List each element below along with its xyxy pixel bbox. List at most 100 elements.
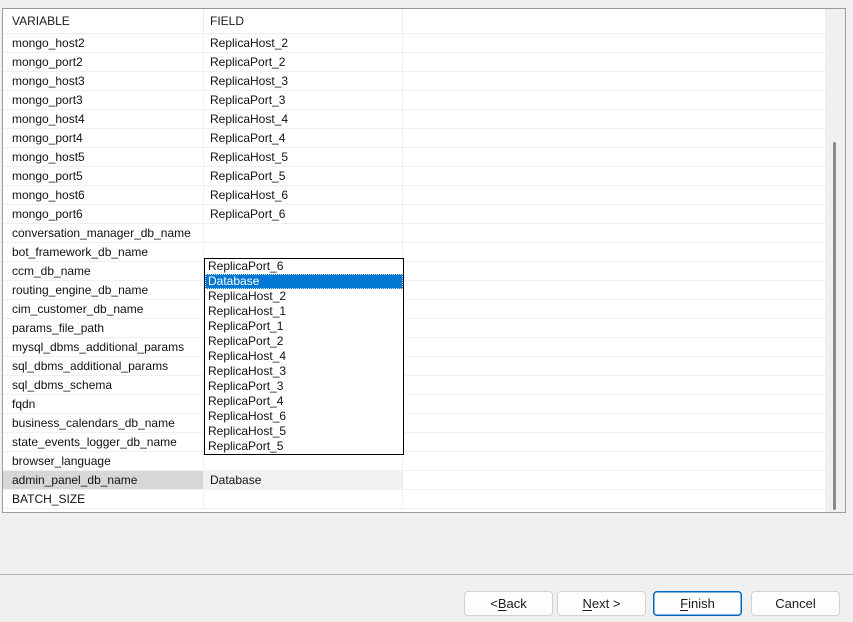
dropdown-item[interactable]: ReplicaPort_5: [205, 439, 403, 454]
table-row: admin_panel_db_nameDatabase: [3, 471, 845, 490]
variable-cell[interactable]: mysql_dbms_additional_params: [3, 338, 204, 356]
parameters-table: VARIABLE FIELD mongo_host2ReplicaHost_2m…: [2, 8, 846, 513]
table-body: mongo_host2ReplicaHost_2mongo_port2Repli…: [3, 34, 845, 509]
dropdown-item[interactable]: ReplicaPort_4: [205, 394, 403, 409]
empty-cell: [403, 243, 845, 261]
table-row: mongo_host4ReplicaHost_4: [3, 110, 845, 129]
column-header-field: FIELD: [204, 9, 403, 33]
variable-cell[interactable]: mongo_port2: [3, 53, 204, 71]
table-row: mongo_host2ReplicaHost_2: [3, 34, 845, 53]
field-cell[interactable]: ReplicaPort_2: [204, 53, 403, 71]
field-cell[interactable]: Database: [204, 471, 403, 489]
dropdown-item[interactable]: ReplicaPort_2: [205, 334, 403, 349]
table-row: BATCH_SIZE: [3, 490, 845, 509]
column-header-empty: [403, 9, 845, 33]
dropdown-item-selected[interactable]: Database: [205, 274, 403, 289]
field-cell[interactable]: ReplicaHost_3: [204, 72, 403, 90]
back-button[interactable]: < Back: [464, 591, 553, 616]
table-header-row: VARIABLE FIELD: [3, 9, 845, 34]
scrollbar-thumb[interactable]: [833, 142, 836, 510]
dropdown-item[interactable]: ReplicaHost_4: [205, 349, 403, 364]
field-cell[interactable]: ReplicaHost_5: [204, 148, 403, 166]
column-header-variable: VARIABLE: [3, 9, 204, 33]
variable-cell[interactable]: mongo_port3: [3, 91, 204, 109]
cancel-button-label-rest: Cancel: [775, 596, 815, 611]
dropdown-item[interactable]: ReplicaHost_3: [205, 364, 403, 379]
finish-button-label-rest: inish: [688, 596, 715, 611]
variable-cell[interactable]: params_file_path: [3, 319, 204, 337]
variable-cell[interactable]: fqdn: [3, 395, 204, 413]
field-cell[interactable]: ReplicaHost_2: [204, 34, 403, 52]
variable-cell[interactable]: conversation_manager_db_name: [3, 224, 204, 242]
dropdown-item[interactable]: ReplicaHost_5: [205, 424, 403, 439]
table-row: mongo_port3ReplicaPort_3: [3, 91, 845, 110]
field-dropdown-list: ReplicaPort_6DatabaseReplicaHost_2Replic…: [204, 258, 404, 455]
cancel-button[interactable]: Cancel: [751, 591, 840, 616]
field-cell[interactable]: ReplicaPort_3: [204, 91, 403, 109]
next-button-accesskey: N: [583, 596, 592, 611]
variable-cell[interactable]: routing_engine_db_name: [3, 281, 204, 299]
empty-cell: [403, 34, 845, 52]
next-button[interactable]: Next >: [557, 591, 646, 616]
variable-cell[interactable]: mongo_port5: [3, 167, 204, 185]
variable-cell[interactable]: mongo_host5: [3, 148, 204, 166]
variable-cell[interactable]: mongo_host6: [3, 186, 204, 204]
dropdown-item[interactable]: ReplicaPort_6: [205, 259, 403, 274]
table-row: business_calendars_db_name: [3, 414, 845, 433]
variable-cell[interactable]: sql_dbms_schema: [3, 376, 204, 394]
empty-cell: [403, 395, 845, 413]
finish-button[interactable]: Finish: [653, 591, 742, 616]
table-row: mongo_port2ReplicaPort_2: [3, 53, 845, 72]
empty-cell: [403, 167, 845, 185]
variable-cell[interactable]: ccm_db_name: [3, 262, 204, 280]
field-cell[interactable]: ReplicaPort_4: [204, 129, 403, 147]
empty-cell: [403, 490, 845, 508]
field-cell[interactable]: ReplicaHost_6: [204, 186, 403, 204]
variable-cell[interactable]: mongo_port6: [3, 205, 204, 223]
variable-cell[interactable]: state_events_logger_db_name: [3, 433, 204, 451]
vertical-scrollbar[interactable]: [825, 9, 845, 512]
table-row: bot_framework_db_name: [3, 243, 845, 262]
empty-cell: [403, 72, 845, 90]
variable-cell[interactable]: business_calendars_db_name: [3, 414, 204, 432]
empty-cell: [403, 205, 845, 223]
empty-cell: [403, 129, 845, 147]
field-cell[interactable]: ReplicaPort_5: [204, 167, 403, 185]
variable-cell[interactable]: browser_language: [3, 452, 204, 470]
variable-cell[interactable]: bot_framework_db_name: [3, 243, 204, 261]
footer-separator: [0, 574, 853, 575]
field-cell[interactable]: [204, 224, 403, 242]
variable-cell[interactable]: mongo_host4: [3, 110, 204, 128]
back-button-label: <: [490, 596, 498, 611]
table-row: mongo_host6ReplicaHost_6: [3, 186, 845, 205]
table-row: mongo_host3ReplicaHost_3: [3, 72, 845, 91]
dropdown-item[interactable]: ReplicaHost_6: [205, 409, 403, 424]
variable-cell[interactable]: cim_customer_db_name: [3, 300, 204, 318]
table-row: sql_dbms_schema: [3, 376, 845, 395]
empty-cell: [403, 186, 845, 204]
variable-cell[interactable]: mongo_host2: [3, 34, 204, 52]
variable-cell[interactable]: mongo_port4: [3, 129, 204, 147]
variable-cell[interactable]: mongo_host3: [3, 72, 204, 90]
variable-cell[interactable]: sql_dbms_additional_params: [3, 357, 204, 375]
empty-cell: [403, 53, 845, 71]
dropdown-item[interactable]: ReplicaHost_1: [205, 304, 403, 319]
dropdown-item[interactable]: ReplicaPort_1: [205, 319, 403, 334]
empty-cell: [403, 91, 845, 109]
empty-cell: [403, 224, 845, 242]
dropdown-item[interactable]: ReplicaPort_3: [205, 379, 403, 394]
empty-cell: [403, 110, 845, 128]
dropdown-item[interactable]: ReplicaHost_2: [205, 289, 403, 304]
empty-cell: [403, 262, 845, 280]
variable-cell[interactable]: admin_panel_db_name: [3, 471, 204, 489]
field-cell[interactable]: [204, 490, 403, 508]
empty-cell: [403, 338, 845, 356]
field-cell[interactable]: ReplicaPort_6: [204, 205, 403, 223]
empty-cell: [403, 357, 845, 375]
variable-cell[interactable]: BATCH_SIZE: [3, 490, 204, 508]
table-row: sql_dbms_additional_params: [3, 357, 845, 376]
empty-cell: [403, 281, 845, 299]
table-row: conversation_manager_db_name: [3, 224, 845, 243]
table-row: state_events_logger_db_name: [3, 433, 845, 452]
field-cell[interactable]: ReplicaHost_4: [204, 110, 403, 128]
